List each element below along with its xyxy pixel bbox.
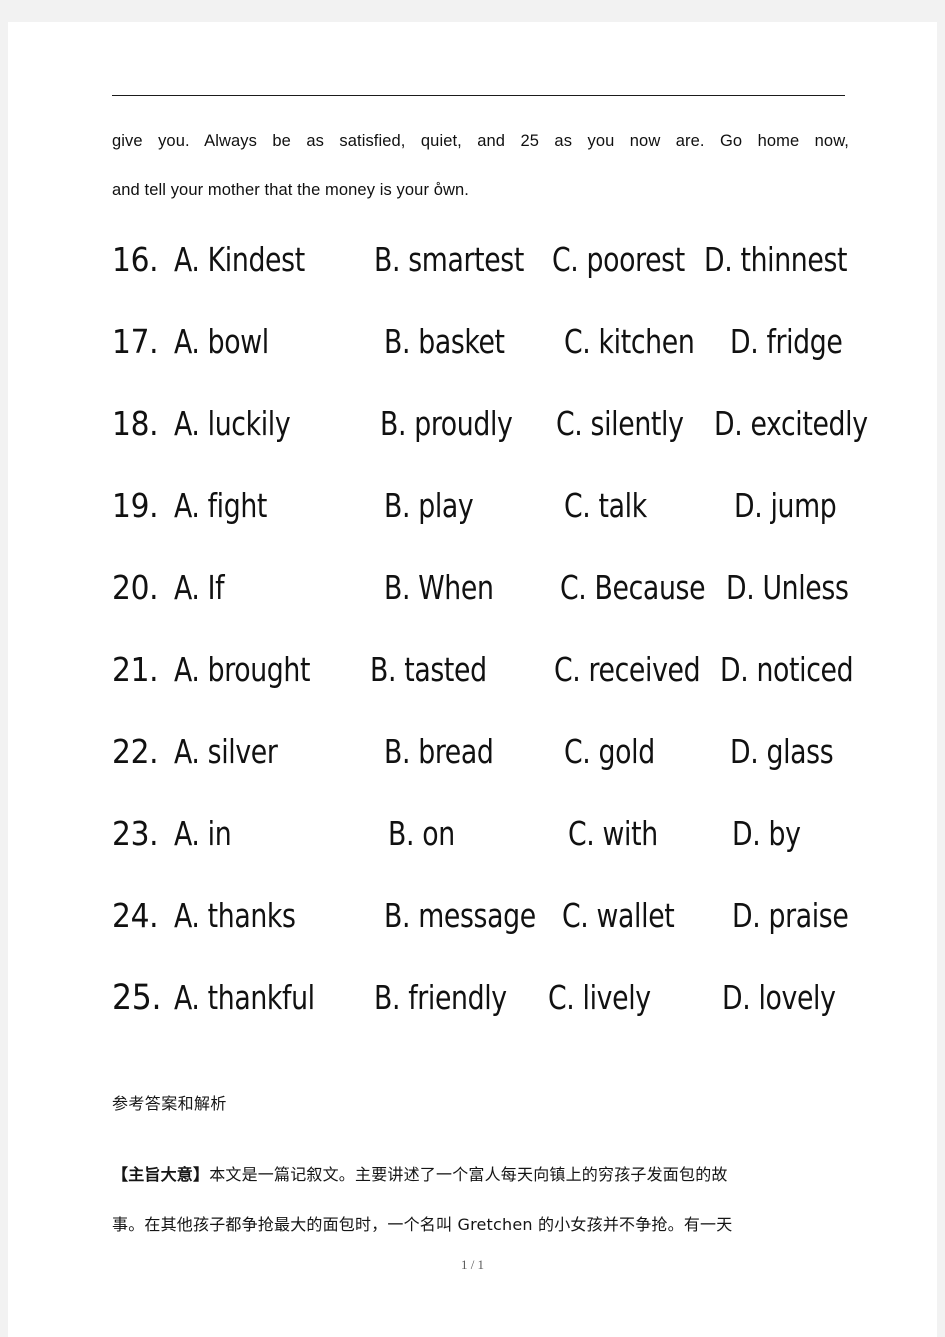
question-row: 16. A. Kindest B. smartest C. poorest D.… xyxy=(112,240,902,298)
option-c[interactable]: C. Because xyxy=(560,568,706,607)
question-number: 25. xyxy=(112,978,162,1018)
option-c[interactable]: C. gold xyxy=(564,732,655,771)
option-b[interactable]: B. When xyxy=(384,568,494,607)
option-d[interactable]: D. thinnest xyxy=(704,240,848,279)
option-d[interactable]: D. noticed xyxy=(720,650,854,689)
question-number: 23. xyxy=(112,814,159,853)
analysis-heading: 参考答案和解析 xyxy=(112,1094,227,1113)
option-d[interactable]: D. by xyxy=(732,814,801,853)
option-b[interactable]: B. message xyxy=(384,896,536,935)
question-row: 18. A. luckily B. proudly C. silently D.… xyxy=(112,404,902,462)
option-c[interactable]: C. wallet xyxy=(562,896,675,935)
question-number: 22. xyxy=(112,732,159,771)
option-a[interactable]: A. bowl xyxy=(174,322,269,361)
option-c[interactable]: C. kitchen xyxy=(564,322,695,361)
question-number: 20. xyxy=(112,568,159,607)
option-d[interactable]: D. lovely xyxy=(722,978,836,1017)
question-row: 21. A. brought B. tasted C. received D. … xyxy=(112,650,902,708)
option-b[interactable]: B. bread xyxy=(384,732,494,771)
option-a[interactable]: A. in xyxy=(174,814,232,853)
question-row: 20. A. If B. When C. Because D. Unless xyxy=(112,568,902,626)
option-c[interactable]: C. lively xyxy=(548,978,651,1017)
option-a[interactable]: A. fight xyxy=(174,486,267,525)
option-c[interactable]: C. received xyxy=(554,650,701,689)
option-a[interactable]: A. brought xyxy=(174,650,310,689)
question-row: 22. A. silver B. bread C. gold D. glass xyxy=(112,732,902,790)
option-b[interactable]: B. friendly xyxy=(374,978,507,1017)
option-d[interactable]: D. praise xyxy=(732,896,849,935)
question-number: 24. xyxy=(112,896,159,935)
option-d[interactable]: D. glass xyxy=(730,732,834,771)
option-a[interactable]: A. thanks xyxy=(174,896,296,935)
passage-line: give you. Always be as satisfied, quiet,… xyxy=(112,132,849,150)
passage-line: and tell your mother that the money is y… xyxy=(112,181,469,199)
option-d[interactable]: D. Unless xyxy=(726,568,849,607)
question-number: 18. xyxy=(112,404,159,443)
analysis-line: 事。在其他孩子都争抢最大的面包时，一个名叫 Gretchen 的小女孩并不争抢。… xyxy=(112,1215,733,1234)
option-c[interactable]: C. poorest xyxy=(552,240,685,279)
option-c[interactable]: C. talk xyxy=(564,486,647,525)
option-c[interactable]: C. with xyxy=(568,814,658,853)
option-d[interactable]: D. fridge xyxy=(730,322,843,361)
option-a[interactable]: A. luckily xyxy=(174,404,291,443)
option-b[interactable]: B. on xyxy=(388,814,455,853)
multiple-choice-block: 16. A. Kindest B. smartest C. poorest D.… xyxy=(112,240,902,1060)
passage-text: give you. Always be as satisfied, quiet,… xyxy=(112,117,849,215)
option-c[interactable]: C. silently xyxy=(556,404,684,443)
analysis-line-text: 本文是一篇记叙文。主要讲述了一个富人每天向镇上的穷孩子发面包的故 xyxy=(209,1165,728,1184)
option-b[interactable]: B. proudly xyxy=(380,404,513,443)
question-number: 17. xyxy=(112,322,159,361)
option-a[interactable]: A. If xyxy=(174,568,225,607)
option-a[interactable]: A. Kindest xyxy=(174,240,305,279)
option-b[interactable]: B. smartest xyxy=(374,240,524,279)
option-d[interactable]: D. excitedly xyxy=(714,404,868,443)
question-number: 16. xyxy=(112,240,159,279)
analysis-line: 【主旨大意】本文是一篇记叙文。主要讲述了一个富人每天向镇上的穷孩子发面包的故 xyxy=(112,1150,856,1200)
option-b[interactable]: B. tasted xyxy=(370,650,487,689)
analysis-label: 【主旨大意】 xyxy=(112,1165,210,1184)
question-row: 17. A. bowl B. basket C. kitchen D. frid… xyxy=(112,322,902,380)
page-number-footer: 1 / 1 xyxy=(460,1257,485,1272)
header-divider-rule xyxy=(112,95,845,96)
question-row: 23. A. in B. on C. with D. by xyxy=(112,814,902,872)
document-page: give you. Always be as satisfied, quiet,… xyxy=(8,22,937,1337)
option-b[interactable]: B. basket xyxy=(384,322,505,361)
question-row: 19. A. fight B. play C. talk D. jump xyxy=(112,486,902,544)
option-d[interactable]: D. jump xyxy=(734,486,837,525)
question-row: 24. A. thanks B. message C. wallet D. pr… xyxy=(112,896,902,954)
question-number: 19. xyxy=(112,486,159,525)
question-row: 25. A. thankful B. friendly C. lively D.… xyxy=(112,978,902,1036)
option-a[interactable]: A. silver xyxy=(174,732,278,771)
option-b[interactable]: B. play xyxy=(384,486,474,525)
option-a[interactable]: A. thankful xyxy=(174,978,315,1017)
analysis-body: 【主旨大意】本文是一篇记叙文。主要讲述了一个富人每天向镇上的穷孩子发面包的故 事… xyxy=(112,1150,856,1250)
question-number: 21. xyxy=(112,650,159,689)
